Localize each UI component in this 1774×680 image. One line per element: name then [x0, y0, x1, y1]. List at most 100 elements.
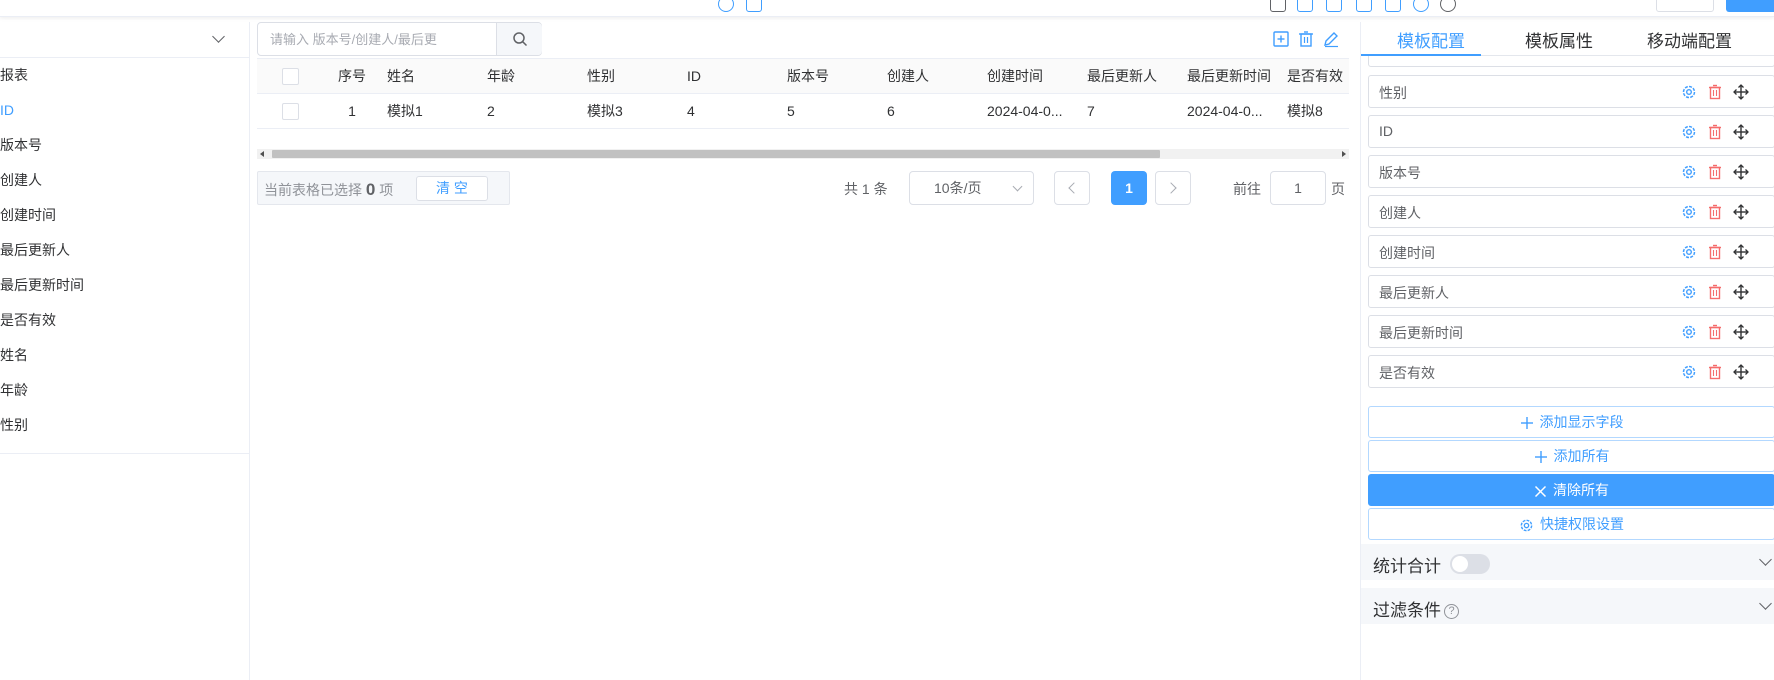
- col-header-created-time[interactable]: 创建时间: [987, 59, 1067, 94]
- col-header-valid[interactable]: 是否有效: [1287, 59, 1349, 94]
- scroll-right-icon[interactable]: [1342, 151, 1346, 157]
- tab-mobile-config[interactable]: 移动端配置: [1647, 27, 1732, 52]
- prev-page-button[interactable]: [1054, 171, 1090, 205]
- scroll-left-icon[interactable]: [260, 151, 264, 157]
- gear-icon[interactable]: [1681, 124, 1697, 140]
- goto-page-input[interactable]: 1: [1270, 171, 1326, 205]
- next-page-button[interactable]: [1155, 171, 1191, 205]
- gear-icon[interactable]: [1681, 284, 1697, 300]
- table-row[interactable]: 1 模拟1 2 模拟3 4 5 6 2024-04-0... 7 2024-04…: [257, 94, 1349, 129]
- move-icon[interactable]: [1733, 164, 1749, 180]
- left-item-version[interactable]: 版本号: [0, 128, 249, 163]
- clear-all-button[interactable]: 清除所有: [1368, 474, 1774, 506]
- chevron-down-icon[interactable]: [212, 30, 225, 43]
- col-header-name[interactable]: 姓名: [387, 59, 467, 94]
- left-item-age[interactable]: 年龄: [0, 373, 249, 408]
- bell-icon[interactable]: [1270, 0, 1286, 12]
- field-row[interactable]: 性别: [1368, 75, 1774, 108]
- move-icon[interactable]: [1733, 364, 1749, 380]
- delete-icon[interactable]: [1297, 30, 1315, 48]
- col-header-version[interactable]: 版本号: [787, 59, 867, 94]
- save-button[interactable]: [1726, 0, 1774, 12]
- col-header-gender[interactable]: 性别: [587, 59, 667, 94]
- history-icon[interactable]: [718, 0, 734, 12]
- left-panel-header[interactable]: [0, 22, 249, 58]
- add-display-field-button[interactable]: 添加显示字段: [1368, 406, 1774, 438]
- left-item-name[interactable]: 姓名: [0, 338, 249, 373]
- document-icon[interactable]: [1297, 0, 1313, 12]
- trash-icon[interactable]: [1707, 124, 1723, 140]
- select-all-checkbox[interactable]: [282, 68, 299, 85]
- copy-icon[interactable]: [1326, 0, 1342, 12]
- col-header-id[interactable]: ID: [687, 59, 767, 94]
- gear-icon[interactable]: [1681, 364, 1697, 380]
- gear-icon[interactable]: [1681, 204, 1697, 220]
- scrollbar-thumb[interactable]: [272, 150, 1160, 158]
- left-item-creator[interactable]: 创建人: [0, 163, 249, 198]
- col-header-updater[interactable]: 最后更新人: [1087, 59, 1173, 94]
- add-row-icon[interactable]: [1272, 30, 1290, 48]
- tab-template-config[interactable]: 模板配置: [1397, 27, 1465, 52]
- col-header-updated-time[interactable]: 最后更新时间: [1187, 59, 1283, 94]
- search-button[interactable]: [496, 23, 542, 55]
- left-item-updated-time[interactable]: 最后更新时间: [0, 268, 249, 303]
- field-row[interactable]: 创建时间: [1368, 235, 1774, 268]
- pagination-total: 共 1 条: [844, 181, 888, 197]
- trash-icon[interactable]: [1707, 84, 1723, 100]
- move-icon[interactable]: [1733, 124, 1749, 140]
- clipboard-icon[interactable]: [746, 0, 762, 12]
- export-icon[interactable]: [1356, 0, 1372, 12]
- clock-icon[interactable]: [1440, 0, 1456, 12]
- field-row[interactable]: 版本号: [1368, 155, 1774, 188]
- filter-conditions-section[interactable]: 过滤条件?: [1361, 588, 1774, 624]
- stats-total-section[interactable]: 统计合计: [1361, 544, 1774, 580]
- gear-icon[interactable]: [1681, 84, 1697, 100]
- left-item-updater[interactable]: 最后更新人: [0, 233, 249, 268]
- current-page[interactable]: 1: [1111, 171, 1147, 205]
- add-all-button[interactable]: 添加所有: [1368, 440, 1774, 472]
- trash-icon[interactable]: [1707, 284, 1723, 300]
- chevron-right-icon: [1165, 182, 1177, 194]
- permission-settings-button[interactable]: 快捷权限设置: [1368, 508, 1774, 540]
- left-item-valid[interactable]: 是否有效: [0, 303, 249, 338]
- move-icon[interactable]: [1733, 244, 1749, 260]
- edit-icon[interactable]: [1322, 30, 1340, 48]
- gear-icon[interactable]: [1681, 164, 1697, 180]
- move-icon[interactable]: [1733, 84, 1749, 100]
- col-header-creator[interactable]: 创建人: [887, 59, 967, 94]
- move-icon[interactable]: [1733, 284, 1749, 300]
- left-item-gender[interactable]: 性别: [0, 408, 249, 443]
- move-icon[interactable]: [1733, 204, 1749, 220]
- gear-icon[interactable]: [1681, 244, 1697, 260]
- col-header-age[interactable]: 年龄: [487, 59, 567, 94]
- chevron-down-icon[interactable]: [1759, 553, 1772, 566]
- trash-icon[interactable]: [1707, 324, 1723, 340]
- move-icon[interactable]: [1733, 324, 1749, 340]
- trash-icon[interactable]: [1707, 164, 1723, 180]
- field-row[interactable]: 最后更新时间: [1368, 315, 1774, 348]
- field-row[interactable]: ID: [1368, 115, 1774, 148]
- globe-icon[interactable]: [1413, 0, 1429, 12]
- horizontal-scrollbar[interactable]: [257, 149, 1349, 159]
- left-item-created-time[interactable]: 创建时间: [0, 198, 249, 233]
- row-checkbox[interactable]: [282, 103, 299, 120]
- field-row[interactable]: 最后更新人: [1368, 275, 1774, 308]
- gear-icon[interactable]: [1681, 324, 1697, 340]
- stats-total-switch[interactable]: [1450, 554, 1490, 574]
- trash-icon[interactable]: [1707, 204, 1723, 220]
- col-header-index[interactable]: 序号: [332, 59, 372, 94]
- left-item-id[interactable]: ID: [0, 93, 249, 128]
- goto-label: 前往: [1233, 181, 1261, 197]
- left-item-report[interactable]: 报表: [0, 58, 249, 93]
- chevron-down-icon[interactable]: [1759, 597, 1772, 610]
- field-row[interactable]: 创建人: [1368, 195, 1774, 228]
- window-icon[interactable]: [1385, 0, 1401, 12]
- trash-icon[interactable]: [1707, 244, 1723, 260]
- search-input[interactable]: [258, 23, 496, 55]
- field-row[interactable]: 是否有效: [1368, 355, 1774, 388]
- preview-button[interactable]: [1656, 0, 1714, 12]
- question-icon[interactable]: ?: [1444, 604, 1459, 620]
- trash-icon[interactable]: [1707, 364, 1723, 380]
- tab-template-properties[interactable]: 模板属性: [1525, 27, 1593, 52]
- page-size-select[interactable]: 10条/页: [909, 171, 1034, 205]
